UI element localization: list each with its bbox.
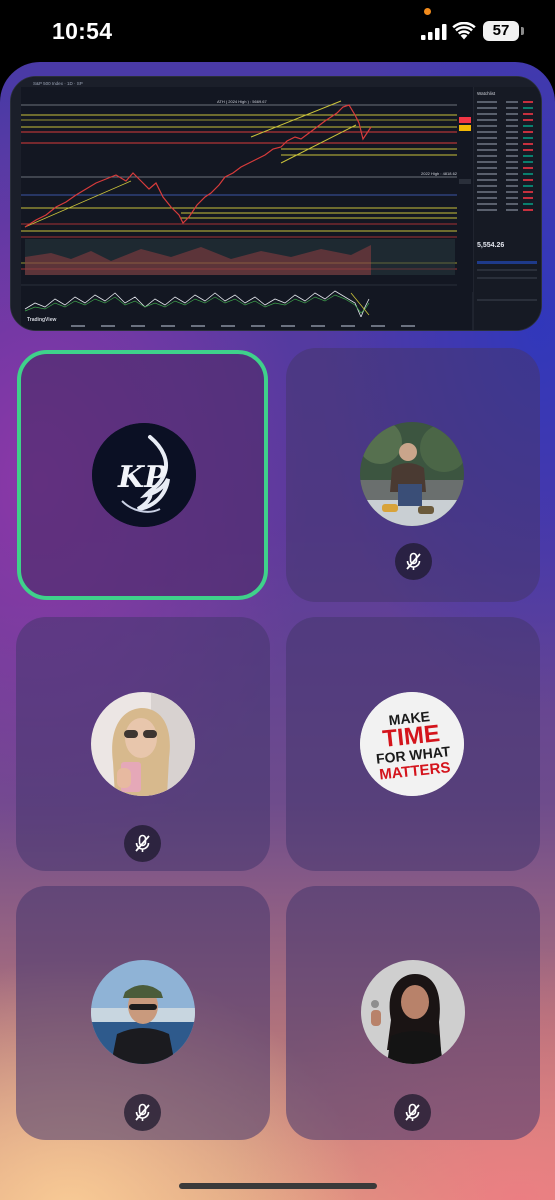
mic-off-icon bbox=[405, 1103, 420, 1121]
ath-label: ATH ( 2024 High ) : 5669.67 bbox=[217, 99, 268, 104]
kp-logo-icon: KP bbox=[92, 423, 196, 527]
mic-off-icon bbox=[406, 552, 421, 570]
screen-share-view[interactable]: S&P 500 Index · 1D · SP Watchlist 5,554.… bbox=[10, 76, 542, 331]
participant-2-avatar bbox=[360, 422, 464, 526]
video-call-app: S&P 500 Index · 1D · SP Watchlist 5,554.… bbox=[0, 62, 555, 1200]
participant-tile-5[interactable] bbox=[16, 886, 270, 1140]
home-indicator[interactable] bbox=[179, 1183, 377, 1189]
quote-value: 5,554.26 bbox=[477, 242, 504, 249]
mic-off-icon bbox=[135, 1103, 150, 1121]
battery-icon: 57 bbox=[483, 21, 519, 41]
symbol-header: S&P 500 Index · 1D · SP bbox=[33, 81, 83, 86]
wifi-icon bbox=[452, 22, 476, 40]
participant-tile-4[interactable]: MAKE TIME FOR WHAT MATTERS bbox=[286, 617, 540, 871]
signal-icon bbox=[421, 24, 447, 40]
participant-4-avatar: MAKE TIME FOR WHAT MATTERS bbox=[360, 692, 464, 796]
participant-6-mute-button[interactable] bbox=[394, 1094, 431, 1131]
participant-6-avatar bbox=[361, 960, 465, 1064]
participant-3-mute-button[interactable] bbox=[124, 825, 161, 862]
trading-chart-screenshot: S&P 500 Index · 1D · SP Watchlist 5,554.… bbox=[11, 77, 541, 330]
host-logo-avatar: KP bbox=[92, 423, 196, 527]
battery-tip bbox=[521, 27, 524, 35]
status-time: 10:54 bbox=[52, 18, 113, 44]
participant-5-avatar bbox=[91, 960, 195, 1064]
mic-off-icon bbox=[135, 834, 150, 852]
participant-2-mute-button[interactable] bbox=[395, 543, 432, 580]
host-initials: KP bbox=[117, 460, 168, 495]
participant-5-mute-button[interactable] bbox=[124, 1094, 161, 1131]
participant-tile-3[interactable] bbox=[16, 617, 270, 871]
participant-3-avatar bbox=[91, 692, 195, 796]
mic-in-use-indicator bbox=[424, 8, 431, 15]
tradingview-watermark: TradingView bbox=[27, 317, 56, 323]
participant-tile-2[interactable] bbox=[286, 348, 540, 602]
participant-tile-6[interactable] bbox=[286, 886, 540, 1140]
participant-tile-host[interactable]: KP bbox=[17, 350, 268, 600]
status-bar: 10:54 57 bbox=[0, 0, 555, 62]
low-label: 2022 High : 4818.62 bbox=[421, 171, 458, 176]
watchlist-title: Watchlist bbox=[477, 91, 496, 96]
